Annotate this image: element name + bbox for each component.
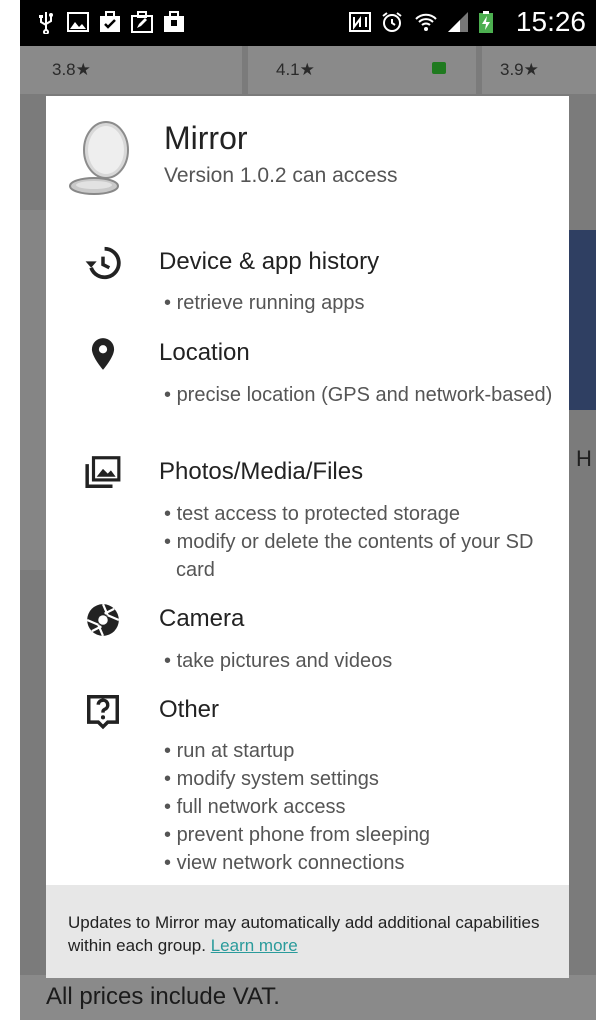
background-footer: All prices include VAT. — [20, 975, 596, 1020]
permission-item: • prevent phone from sleeping — [164, 824, 431, 846]
image-icon — [67, 12, 89, 32]
permission-item: • take pictures and videos — [164, 650, 393, 672]
permission-group-title: Device & app history — [159, 248, 380, 275]
bag-edit-icon — [131, 11, 153, 33]
camera-aperture-icon — [86, 603, 120, 637]
background-panel-left — [20, 210, 46, 570]
permission-group-items: • precise location (GPS and network-base… — [164, 381, 554, 409]
permission-item: • retrieve running apps — [164, 292, 365, 314]
permission-item: • run at startup — [164, 740, 295, 762]
mirror-compact-icon — [69, 121, 129, 195]
permission-item: • view network connections — [164, 852, 405, 874]
permission-item: • test access to protected storage — [164, 503, 461, 525]
learn-more-link[interactable]: Learn more — [211, 936, 298, 955]
permissions-dialog: Mirror Version 1.0.2 can access Device &… — [46, 96, 569, 978]
background-panel-right — [569, 230, 596, 410]
permission-item: • full network access — [164, 796, 346, 818]
background-rating-2: 4.1★ — [276, 60, 315, 79]
permission-group-title: Camera — [159, 605, 245, 632]
battery-charging-icon — [479, 11, 493, 33]
permission-group-title: Location — [159, 339, 250, 366]
wifi-icon — [415, 13, 437, 31]
permission-item: • modify system settings — [164, 768, 379, 790]
usb-icon — [39, 12, 53, 34]
nfc-icon — [349, 12, 371, 32]
background-badge-icon — [432, 62, 446, 74]
updates-note-text: Updates to Mirror may automatically add … — [68, 913, 540, 955]
bag-icon — [164, 11, 184, 32]
app-name: Mirror — [164, 120, 248, 156]
signal-icon — [448, 12, 468, 32]
location-pin-icon — [91, 338, 115, 370]
permission-group-title: Photos/Media/Files — [159, 458, 364, 485]
photos-icon — [85, 456, 121, 488]
background-rating-3: 3.9★ — [500, 60, 539, 79]
history-icon — [85, 246, 121, 280]
updates-note: Updates to Mirror may automatically add … — [46, 885, 569, 978]
clock-time: 15:26 — [515, 6, 586, 37]
permission-item: • precise location (GPS and network-base… — [164, 384, 553, 406]
phone-screen: 3.8★ 4.1★ 3.9★ H All prices include VAT. — [20, 0, 596, 1020]
background-side-text: H — [576, 446, 592, 471]
permission-group-title: Other — [159, 696, 220, 723]
permission-group-items: • retrieve running apps — [164, 289, 554, 317]
version-text: Version 1.0.2 can access — [164, 164, 398, 187]
background-rating-1: 3.8★ — [52, 60, 91, 79]
bag-check-icon — [100, 11, 120, 32]
question-box-icon — [87, 695, 119, 730]
permission-group-items: • test access to protected storage • mod… — [164, 500, 554, 584]
permission-group-items: • run at startup • modify system setting… — [164, 737, 554, 877]
vat-notice: All prices include VAT. — [46, 983, 280, 1010]
permission-item: • modify or delete the contents of your … — [164, 531, 534, 581]
status-bar: 15:26 — [20, 0, 596, 46]
alarm-icon — [382, 12, 402, 32]
permission-group-items: • take pictures and videos — [164, 647, 554, 675]
